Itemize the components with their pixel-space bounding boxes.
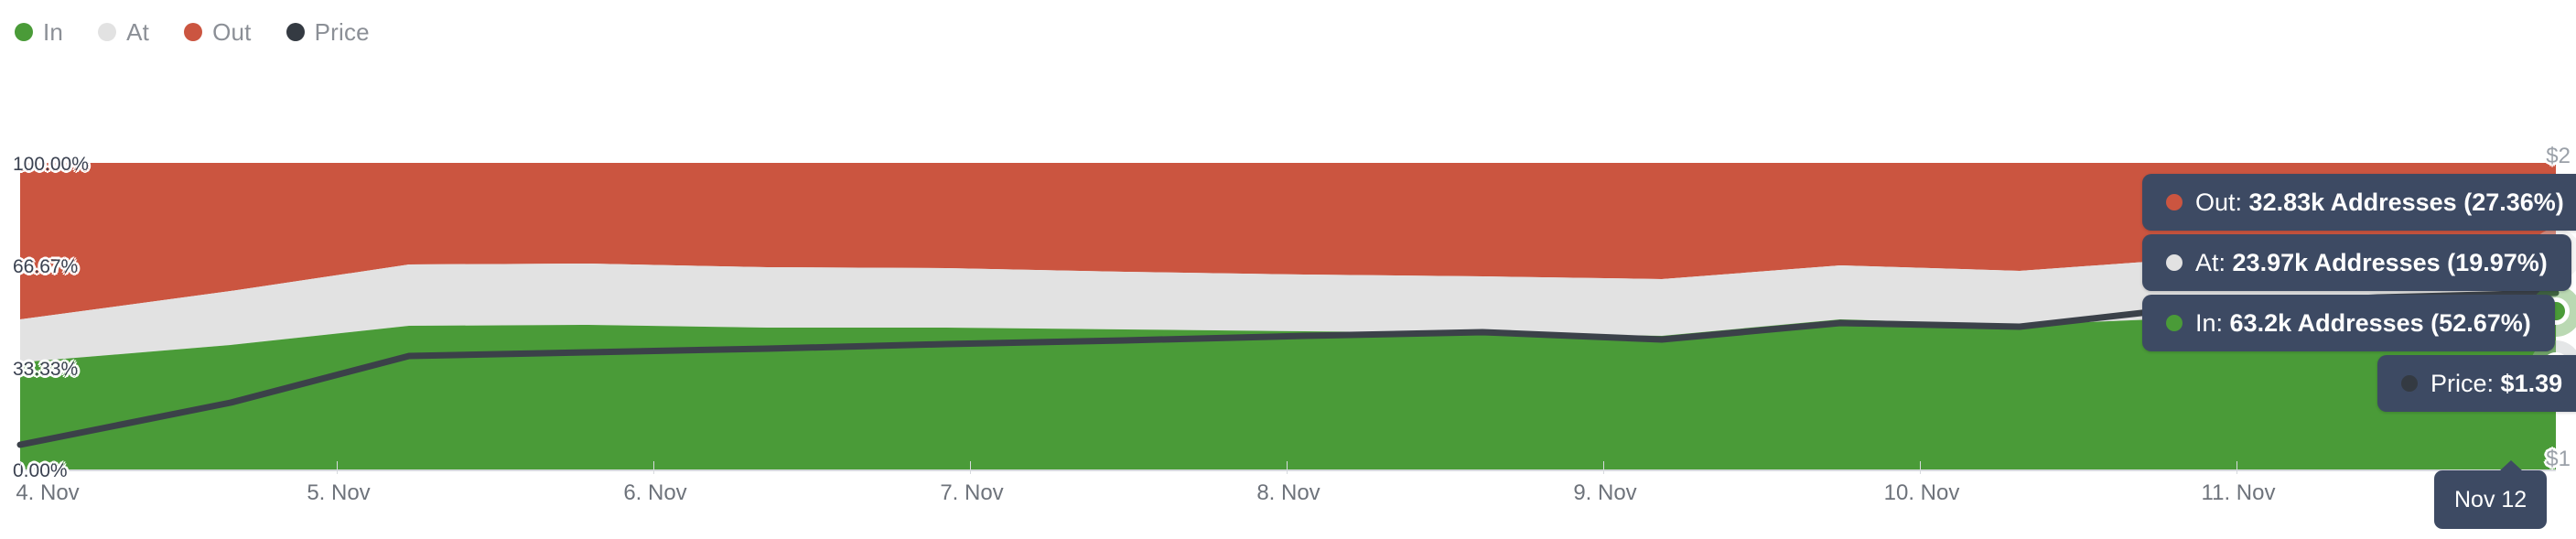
chart-root: In At Out Price 100.00% 66.67% 33.33% 0.… — [0, 0, 2576, 539]
x-axis-label-9-nov: 9. Nov — [1573, 480, 1637, 505]
y2-axis-label-1: $1 — [2546, 447, 2571, 471]
x-tick-2 — [653, 461, 654, 474]
tooltip-text-at: At: 23.97k Addresses (19.97%) — [2195, 248, 2548, 276]
tooltip-label-in: In: — [2195, 308, 2224, 337]
x-axis-label-4-nov: 4. Nov — [16, 480, 80, 505]
tooltip-label-price: Price: — [2430, 369, 2495, 397]
y2-axis-label-2: $2 — [2546, 144, 2571, 168]
crosshair-x-label: Nov 12 — [2434, 460, 2548, 529]
tooltip-label-at: At: — [2195, 248, 2226, 276]
tooltip-at: At: 23.97k Addresses (19.97%) — [2142, 234, 2571, 291]
x-axis-label-11-nov: 11. Nov — [2201, 480, 2276, 505]
x-tick-4 — [1287, 461, 1288, 474]
tooltip-out: Out: 32.83k Addresses (27.36%) — [2142, 174, 2576, 231]
tooltip-text-price: Price: $1.39 — [2430, 369, 2563, 397]
tooltip-text-in: In: 63.2k Addresses (52.67%) — [2195, 308, 2531, 337]
x-axis-label-8-nov: 8. Nov — [1256, 480, 1320, 505]
x-tick-1 — [337, 461, 338, 474]
x-tick-5 — [1603, 461, 1604, 474]
x-axis-label-10-nov: 10. Nov — [1883, 480, 1960, 505]
x-tick-7 — [2236, 461, 2237, 474]
tooltip-value-out: 32.83k Addresses (27.36%) — [2248, 188, 2564, 216]
tooltip-dot-in-icon — [2166, 315, 2183, 331]
x-axis-label-7-nov: 7. Nov — [940, 480, 1004, 505]
tooltip-dot-price-icon — [2401, 375, 2418, 392]
tooltip-value-at: 23.97k Addresses (19.97%) — [2232, 248, 2548, 276]
x-axis-label-6-nov: 6. Nov — [623, 480, 687, 505]
tooltip-price: Price: $1.39 — [2377, 355, 2576, 412]
y-axis-label-6667: 66.67% — [13, 256, 79, 277]
tooltip-in: In: 63.2k Addresses (52.67%) — [2142, 295, 2555, 351]
x-tick-0 — [20, 461, 21, 474]
x-axis-label-5-nov: 5. Nov — [307, 480, 371, 505]
tooltip-label-out: Out: — [2195, 188, 2243, 216]
x-tick-3 — [970, 461, 971, 474]
tooltip-text-out: Out: 32.83k Addresses (27.36%) — [2195, 188, 2564, 216]
y-axis-label-3333: 33.33% — [13, 359, 79, 380]
tooltip-dot-at-icon — [2166, 254, 2183, 271]
x-tick-6 — [1920, 461, 1921, 474]
tooltip-value-in: 63.2k Addresses (52.67%) — [2229, 308, 2531, 337]
tooltip-value-price: $1.39 — [2500, 369, 2563, 397]
tooltip-dot-out-icon — [2166, 194, 2183, 210]
y-axis-label-100: 100.00% — [13, 154, 89, 175]
